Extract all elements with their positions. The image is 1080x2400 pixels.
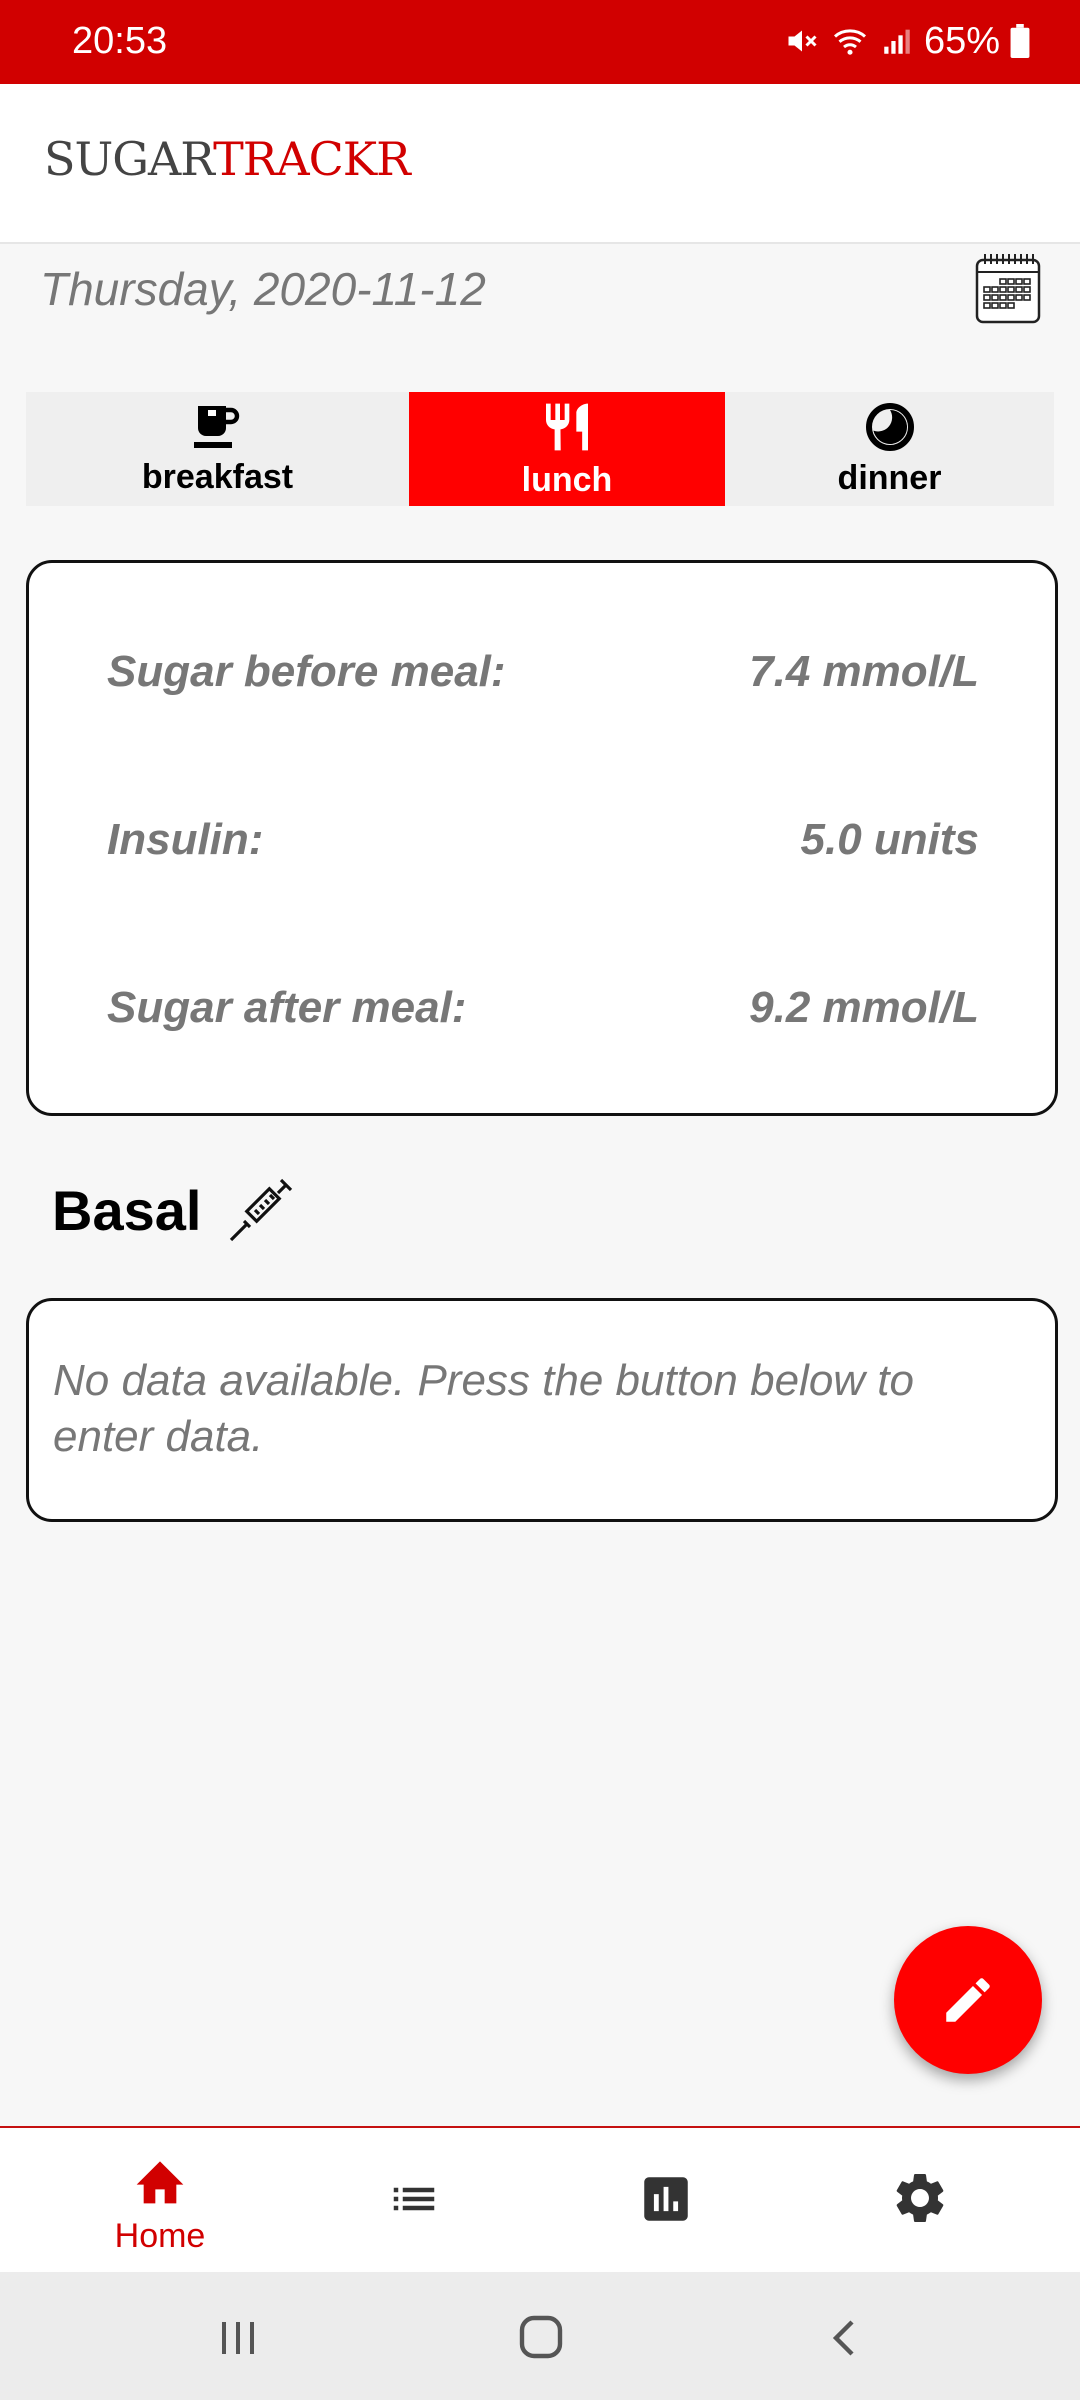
basal-heading: Basal	[52, 1176, 295, 1244]
row-value: 7.4 mmol/L	[749, 647, 979, 696]
tab-label: dinner	[837, 458, 942, 497]
app-logo: SUGARTRACKR	[44, 132, 411, 186]
syringe-icon	[230, 1178, 293, 1242]
tab-label: lunch	[521, 460, 613, 499]
nav-list[interactable]	[354, 2172, 474, 2231]
list-icon	[393, 2187, 435, 2211]
tab-breakfast[interactable]: breakfast	[26, 392, 409, 506]
mute-icon	[788, 30, 817, 52]
battery-percent: 65%	[923, 20, 1000, 62]
meal-data-card: Sugar before meal: 7.4 mmol/L Insulin: 5…	[26, 560, 1058, 1116]
chart-icon	[644, 2177, 688, 2221]
calendar-icon	[975, 254, 1041, 324]
home-icon	[136, 2161, 184, 2204]
battery-icon	[1010, 24, 1030, 58]
gear-icon	[896, 2174, 944, 2222]
row-label: Sugar before meal:	[107, 647, 506, 696]
sugar-before-row: Sugar before meal: 7.4 mmol/L	[107, 647, 979, 697]
signal-icon	[884, 29, 910, 54]
edit-button[interactable]	[894, 1926, 1042, 2074]
tab-dinner[interactable]: dinner	[725, 392, 1054, 506]
sugar-after-row: Sugar after meal: 9.2 mmol/L	[107, 983, 979, 1033]
logo-trackr: TRACKR	[213, 132, 411, 186]
calendar-button[interactable]	[975, 252, 1041, 324]
status-bar: 20:53 65%	[0, 0, 1080, 84]
empty-state-text: No data available. Press the button belo…	[53, 1356, 914, 1461]
tab-lunch[interactable]: lunch	[409, 392, 725, 506]
basal-title: Basal	[52, 1178, 202, 1242]
fork-knife-icon	[546, 403, 588, 450]
date-label: Thursday, 2020-11-12	[40, 263, 486, 315]
wifi-icon	[833, 29, 866, 55]
nav-settings[interactable]	[860, 2168, 980, 2233]
home-nav-icon[interactable]	[518, 2314, 564, 2360]
back-nav-icon[interactable]	[822, 2316, 866, 2360]
system-nav-bar	[0, 2272, 1080, 2400]
basal-data-card: No data available. Press the button belo…	[26, 1298, 1058, 1522]
pencil-icon	[946, 1978, 990, 2022]
status-time: 20:53	[72, 20, 168, 62]
app-bar: SUGARTRACKR	[0, 84, 1080, 244]
row-label: Sugar after meal:	[107, 983, 467, 1032]
row-value: 9.2 mmol/L	[749, 983, 979, 1032]
nav-label: Home	[114, 2217, 206, 2255]
nav-home[interactable]: Home	[100, 2154, 220, 2256]
recent-apps-icon[interactable]	[216, 2316, 260, 2360]
tab-label: breakfast	[141, 457, 294, 496]
nav-chart[interactable]	[606, 2170, 726, 2233]
coffee-cup-icon	[193, 405, 239, 448]
row-value: 5.0 units	[800, 815, 980, 864]
meal-tabs: breakfast lunch dinner	[26, 392, 1054, 506]
bottom-nav: Home	[0, 2126, 1080, 2274]
moon-icon	[865, 402, 914, 451]
logo-sugar: SUGAR	[44, 132, 214, 186]
row-label: Insulin:	[107, 815, 264, 864]
status-icons: 65%	[784, 18, 1030, 64]
insulin-row: Insulin: 5.0 units	[107, 815, 979, 865]
